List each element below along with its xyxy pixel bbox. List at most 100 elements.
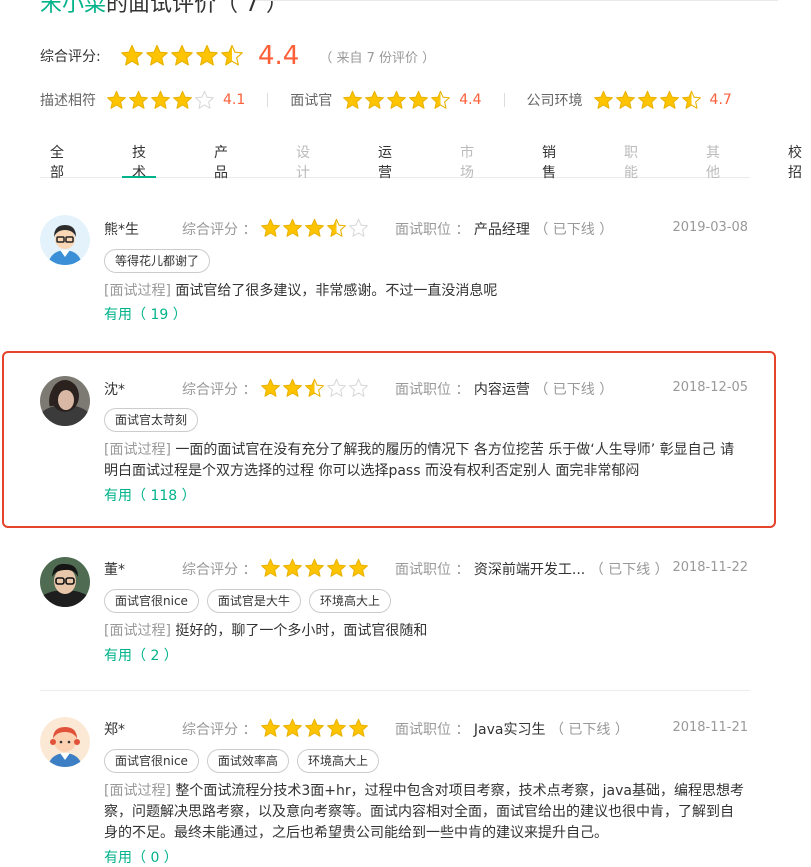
tab-product[interactable]: 产品 (204, 128, 238, 181)
avatar (40, 717, 90, 767)
review-date: 2018-11-21 (672, 720, 748, 735)
tab-marketing: 市场 (460, 145, 474, 181)
star-filled-icon (387, 90, 407, 109)
star-filled-icon (196, 44, 218, 66)
star-empty-icon (195, 90, 214, 109)
sub-rating-label: 描述相符 (40, 93, 96, 109)
star-filled-icon (305, 558, 324, 577)
rating-label: 综合评分 ： (182, 562, 257, 578)
position-label: 面试职位 ： (395, 562, 470, 578)
star-filled-icon (261, 558, 280, 577)
tab-operations[interactable]: 运营 (368, 128, 402, 181)
tab-all[interactable]: 全部 (40, 128, 74, 181)
position-info: 面试职位 ： 产品经理 （ 已下线 ） (395, 219, 613, 239)
sub-rating-stars (342, 90, 451, 111)
review-tag: 环境高大上 (296, 749, 379, 773)
rating-label: 综合评分 ： (182, 722, 257, 738)
sub-rating-value: 4.4 (459, 92, 482, 108)
star-filled-icon (365, 90, 385, 109)
star-filled-icon (327, 558, 346, 577)
star-filled-icon (146, 44, 168, 66)
tab-sales[interactable]: 销售 (532, 128, 566, 181)
star-filled-icon (349, 718, 368, 737)
review-stars (260, 218, 369, 239)
position-info: 面试职位 ： 资深前端开发工... （ 已下线 ） (395, 559, 669, 579)
star-filled-icon (409, 90, 429, 109)
review-text: 挺好的，聊了一个多小时，面试官很随和 (175, 623, 428, 639)
rating-label: 综合评分 ： (182, 222, 257, 238)
star-filled-icon (305, 718, 324, 737)
review-text: 面试官给了很多建议，非常感谢。不过一直没消息呢 (175, 283, 498, 299)
sub-rating-description: 描述相符 4.1 (40, 90, 245, 111)
star-filled-icon (283, 218, 302, 237)
star-filled-icon (173, 90, 192, 109)
tab-other: 其他 (706, 145, 720, 181)
star-filled-icon (171, 44, 193, 66)
tag-list: 等得花儿都谢了 (104, 249, 211, 273)
star-empty-icon (349, 218, 368, 237)
review-content: [面试过程] 面试官给了很多建议，非常感谢。不过一直没消息呢 (104, 281, 744, 302)
review-count-title: 的面试评价（ 7 ） (106, 0, 288, 17)
sub-rating-label: 面试官 (290, 93, 333, 109)
tab-functions: 职能 (624, 145, 638, 181)
position-status: （ 已下线 ） (589, 562, 669, 578)
star-filled-icon (343, 90, 363, 109)
star-filled-icon (659, 90, 679, 109)
useful-button[interactable]: 有用（ 0 ） (104, 847, 178, 867)
sub-rating-value: 4.1 (223, 92, 246, 108)
process-prefix: [面试过程] (104, 283, 171, 299)
useful-button[interactable]: 有用（ 19 ） (104, 304, 187, 324)
highlight-annotation (2, 351, 776, 528)
category-tabs: 全部 技术 产品 设计 运营 市场 销售 职能 其他 校招 (40, 128, 802, 181)
position-status: （ 已下线 ） (534, 222, 614, 238)
position-info: 面试职位 ： Java实习生 （ 已下线 ） (395, 719, 629, 739)
review-date: 2018-11-22 (672, 560, 748, 575)
review-tag: 环境高大上 (308, 589, 391, 613)
divider (267, 93, 269, 107)
page-title: 宋小菜的面试评价（ 7 ） (40, 0, 288, 18)
position-name: Java实习生 (473, 722, 546, 738)
company-name-link[interactable]: 宋小菜 (40, 0, 106, 17)
position-status: （ 已下线 ） (549, 722, 629, 738)
reviewer-name: 郑* (104, 722, 125, 738)
star-filled-icon (327, 718, 346, 737)
review-tag: 等得花儿都谢了 (104, 249, 211, 273)
review-text: 整个面试流程分技术3面+hr，过程中包含对项目考察，技术点考察，java基础，编… (104, 783, 744, 841)
star-filled-icon (151, 90, 170, 109)
review-tag: 面试官很nice (104, 589, 199, 613)
star-half-icon (221, 44, 243, 66)
tag-list: 面试官很nice 面试效率高 环境高大上 (104, 749, 379, 773)
review-content: [面试过程] 挺好的，聊了一个多小时，面试官很随和 (104, 621, 744, 642)
avatar (40, 557, 90, 607)
review-date: 2019-03-08 (672, 220, 748, 235)
process-prefix: [面试过程] (104, 783, 171, 799)
review-source-count: （ 来自 7 份评价 ） (319, 50, 436, 66)
tab-campus[interactable]: 校招 (778, 128, 811, 181)
sub-rating-stars (593, 90, 702, 111)
reviewer-name: 熊*生 (104, 222, 139, 238)
review-content: [面试过程] 整个面试流程分技术3面+hr，过程中包含对项目考察，技术点考察，j… (104, 781, 744, 844)
title-divider (256, 0, 778, 1)
sub-rating-environment: 公司环境 4.7 (527, 90, 732, 111)
process-prefix: [面试过程] (104, 623, 171, 639)
tab-tech[interactable]: 技术 (122, 128, 156, 181)
star-half-icon (681, 90, 701, 109)
position-name: 产品经理 (473, 222, 530, 238)
star-filled-icon (261, 218, 280, 237)
tag-list: 面试官很nice 面试官是大牛 环境高大上 (104, 589, 391, 613)
star-filled-icon (261, 718, 280, 737)
star-filled-icon (283, 558, 302, 577)
review-stars (260, 718, 369, 739)
star-filled-icon (305, 218, 324, 237)
star-filled-icon (107, 90, 126, 109)
useful-button[interactable]: 有用（ 2 ） (104, 645, 178, 665)
avatar (40, 215, 90, 265)
review-tag: 面试官是大牛 (206, 589, 301, 613)
star-filled-icon (615, 90, 635, 109)
tab-design: 设计 (296, 145, 310, 181)
sub-rating-interviewer: 面试官 4.4 (290, 90, 482, 111)
star-filled-icon (121, 44, 143, 66)
sub-ratings: 描述相符 4.1 面试官 4.4 公司环境 4.7 (40, 88, 732, 112)
star-filled-icon (129, 90, 148, 109)
position-label: 面试职位 ： (395, 722, 470, 738)
